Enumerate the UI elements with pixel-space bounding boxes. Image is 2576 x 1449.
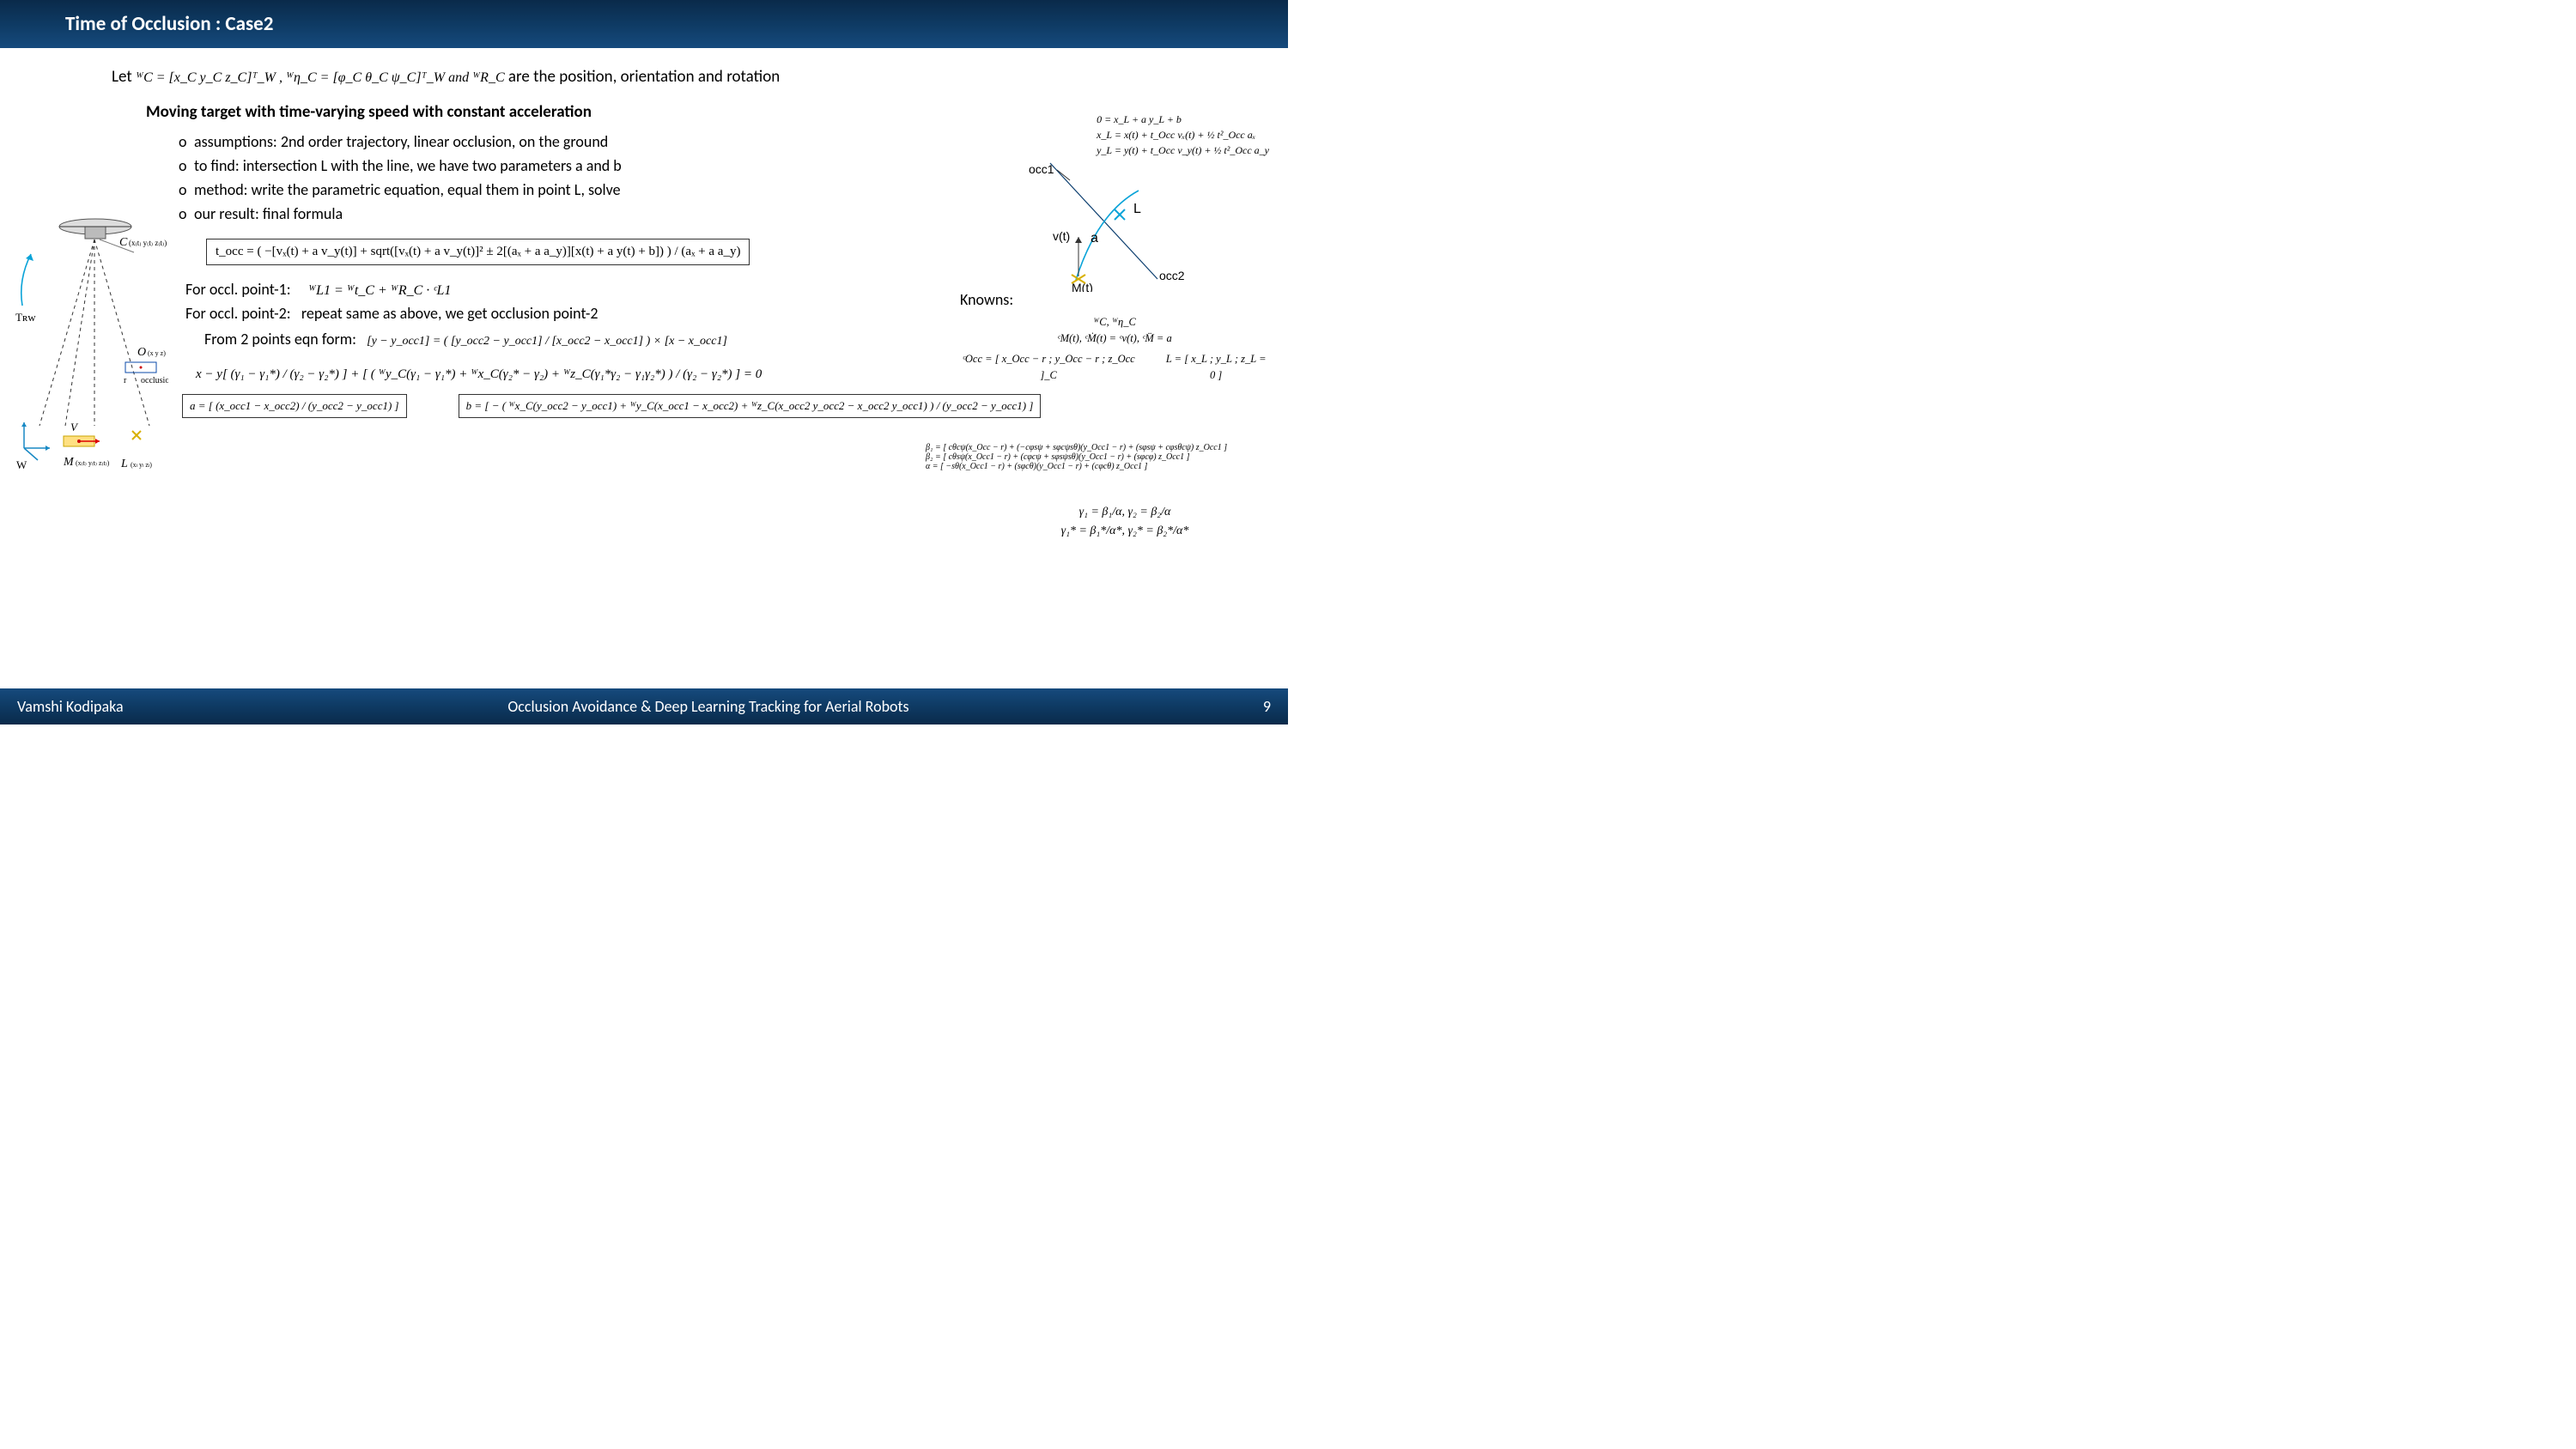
svg-text:O: O [137, 346, 146, 359]
svg-text:occ1: occ1 [1029, 162, 1054, 176]
svg-text:a: a [1091, 231, 1098, 246]
occl-point-2-text: repeat same as above, we get occlusion p… [301, 304, 598, 323]
tocc-formula-box: t_occ = ( −[vₓ(t) + a v_y(t)] + sqrt([vₓ… [206, 239, 750, 265]
let-prefix: Let [112, 67, 136, 87]
svg-text:r: r [124, 376, 127, 385]
knowns-line1: ᵂC, ᵂη_C [960, 314, 1269, 330]
svg-text:L: L [1133, 202, 1141, 216]
slide-title: Time of Occlusion : Case2 [65, 12, 273, 36]
gamma-line2: γ₁* = β₁*/α*, γ₂* = β₂*/α* [979, 522, 1271, 541]
bullet-3-text: method: write the parametric equation, e… [194, 180, 621, 199]
rt-eq2: y_L = y(t) + t_Occ v_y(t) + ½ t²_Occ a_y [1097, 142, 1269, 158]
alpha-text: α = [ −sθ(x_Occ1 − r) + (sφcθ)(y_Occ1 − … [926, 462, 1269, 471]
b-box-text: b = [ − ( ᵂx_C(y_occ2 − y_occ1) + ᵂy_C(x… [466, 399, 1034, 412]
svg-text:(xₗ yₗ zₗ): (xₗ yₗ zₗ) [131, 461, 152, 469]
rt-eq0: 0 = x_L + a y_L + b [1097, 112, 1269, 127]
knowns-occvec: ᶜOcc = [ x_Occ − r ; y_Occ − r ; z_Occ ]… [960, 351, 1137, 385]
knowns-line2: ᶜM(t), ᶜṀ(t) = ᶜv(t), ᶜM̈ = a [960, 330, 1269, 347]
slide-content: Let ᵂC = [x_C y_C z_C]ᵀ_W , ᵂη_C = [φ_C … [0, 48, 1288, 683]
svg-text:occlusion: occlusion [141, 376, 168, 385]
let-line: Let ᵂC = [x_C y_C z_C]ᵀ_W , ᵂη_C = [φ_C … [112, 67, 1271, 87]
occl-point-1-label: For occl. point-1: [185, 280, 291, 299]
let-math: ᵂC = [x_C y_C z_C]ᵀ_W , ᵂη_C = [φ_C θ_C … [136, 70, 505, 85]
svg-text:M: M [63, 456, 75, 469]
two-points-label: From 2 points eqn form: [204, 330, 356, 349]
rt-eq1: x_L = x(t) + t_Occ vₓ(t) + ½ t²_Occ aₓ [1097, 127, 1269, 142]
a-box-text: a = [ (x_occ1 − x_occ2) / (y_occ2 − y_oc… [190, 399, 399, 412]
bullet-2-text: to find: intersection L with the line, w… [194, 156, 622, 175]
bullet-1-text: assumptions: 2nd order trajectory, linea… [194, 132, 608, 151]
xy-equation-text: x − y[ (γ₁ − γ₁*) / (γ₂ − γ₂*) ] + [ ( ᵂ… [196, 367, 762, 381]
svg-text:occ2: occ2 [1159, 269, 1185, 282]
slide-header: Time of Occlusion : Case2 [0, 0, 1288, 48]
beta1-text: β₁ = [ cθcψ(x_Occ − r) + (−cφsψ + sφcψsθ… [926, 443, 1269, 452]
svg-text:L: L [120, 458, 128, 470]
betas-block: β₁ = [ cθcψ(x_Occ − r) + (−cφsψ + sφcψsθ… [926, 443, 1269, 471]
gamma-line1: γ₁ = β₁/α, γ₂ = β₂/α [979, 503, 1271, 522]
footer-author: Vamshi Kodipaka [17, 697, 197, 716]
b-box: b = [ − ( ᵂx_C(y_occ2 − y_occ1) + ᵂy_C(x… [459, 394, 1042, 418]
occl-point-2-label: For occl. point-2: [185, 304, 291, 323]
ab-row: a = [ (x_occ1 − x_occ2) / (y_occ2 − y_oc… [182, 394, 1271, 418]
let-suffix: are the position, orientation and rotati… [508, 67, 780, 87]
beta2-text: β₂ = [ cθsψ(x_Occ1 − r) + (cφcψ + sφsψsθ… [926, 452, 1269, 462]
svg-text:(x y z): (x y z) [148, 349, 166, 357]
svg-text:v(t): v(t) [1053, 229, 1070, 243]
footer-title: Occlusion Avoidance & Deep Learning Trac… [197, 697, 1219, 716]
a-box: a = [ (x_occ1 − x_occ2) / (y_occ2 − y_oc… [182, 394, 407, 418]
knowns-heading: Knowns: [960, 290, 1013, 309]
footer-pagenum: 9 [1219, 697, 1271, 716]
svg-text:W: W [16, 458, 27, 471]
knowns-panel: Knowns: ᵂC, ᵂη_C ᶜM(t), ᶜṀ(t) = ᶜv(t), ᶜ… [960, 290, 1269, 385]
bullet-4-text: our result: final formula [194, 204, 343, 223]
svg-text:(x₍t₎ y₍t₎ z₍t₎): (x₍t₎ y₍t₎ z₍t₎) [129, 239, 167, 247]
drone-diagram: C (x₍t₎ y₍t₎ z₍t₎) Tʀᴡ r occlusion O (x … [14, 211, 168, 469]
svg-text:(x₍t₎ y₍t₎ z₍t₎): (x₍t₎ y₍t₎ z₍t₎) [76, 459, 110, 467]
occlusion-mini-diagram: L occ1 occ2 M(t) v(t) a 0 = x_L + a y_L … [986, 112, 1269, 292]
svg-text:Tʀᴡ: Tʀᴡ [15, 311, 36, 324]
drone-diagram-svg: C (x₍t₎ y₍t₎ z₍t₎) Tʀᴡ r occlusion O (x … [14, 211, 168, 477]
gammas-block: γ₁ = β₁/α, γ₂ = β₂/α γ₁* = β₁*/α*, γ₂* =… [979, 503, 1271, 542]
knowns-lvec: L = [ x_L ; y_L ; z_L = 0 ] [1163, 351, 1269, 385]
two-points-math: [y − y_occ1] = ( [y_occ2 − y_occ1] / [x_… [367, 335, 727, 348]
tocc-formula: t_occ = ( −[vₓ(t) + a v_y(t)] + sqrt([vₓ… [216, 245, 740, 258]
occl-point-1-math: ᵂL1 = ᵂt_C + ᵂR_C · ᶜL1 [308, 283, 451, 298]
slide-footer: Vamshi Kodipaka Occlusion Avoidance & De… [0, 688, 1288, 724]
svg-text:V: V [70, 421, 79, 433]
